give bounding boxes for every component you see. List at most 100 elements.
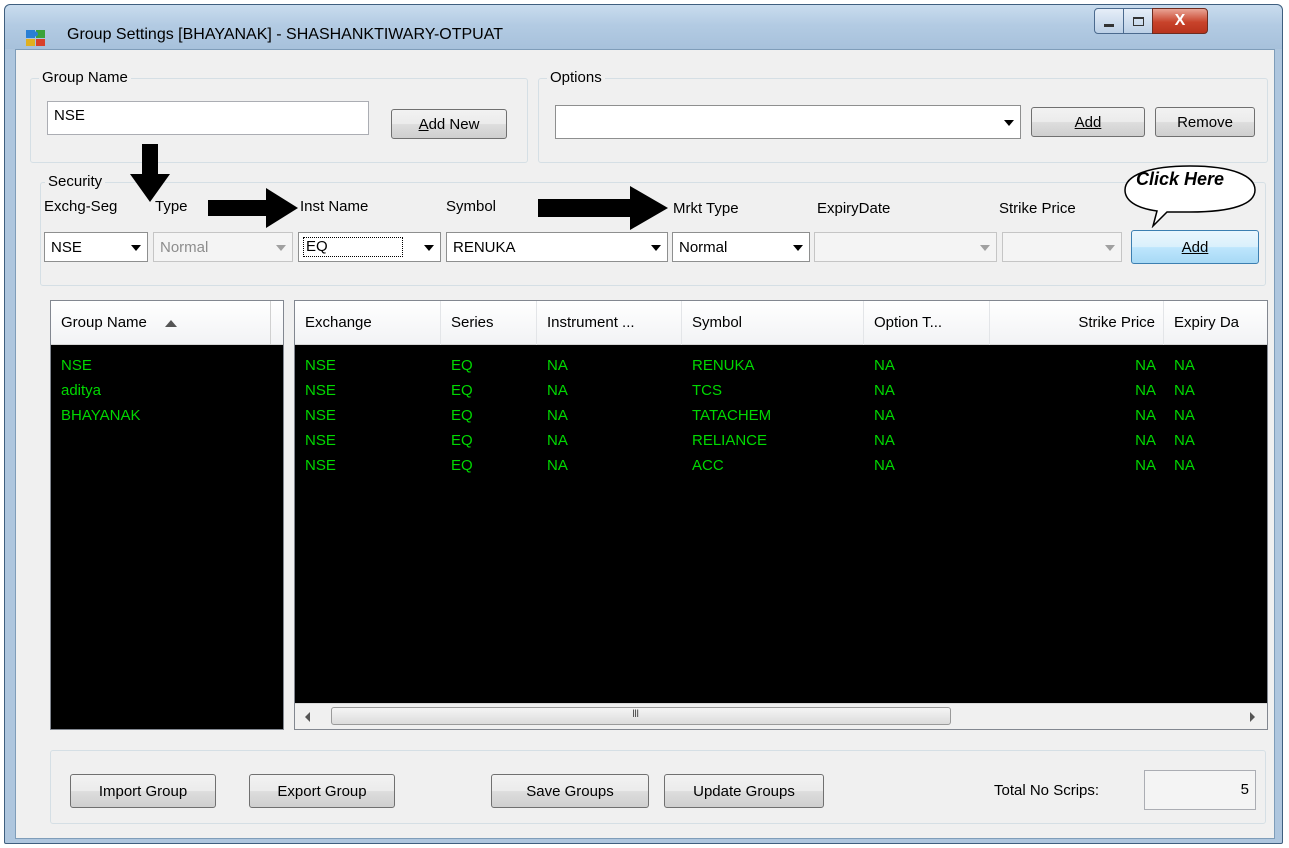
table-cell[interactable]: NA	[1174, 432, 1195, 449]
symbol-dropdown[interactable]: RENUKA	[446, 232, 668, 262]
table-cell[interactable]: NA	[990, 457, 1156, 474]
table-cell[interactable]: NSE	[305, 457, 336, 474]
export-group-button[interactable]: Export Group	[249, 774, 395, 808]
scrips-table-header: Exchange Series Instrument ... Symbol Op…	[295, 301, 1267, 345]
save-groups-button[interactable]: Save Groups	[491, 774, 649, 808]
expiry-date-dropdown[interactable]	[814, 232, 997, 262]
column-header-series[interactable]: Series	[441, 301, 537, 345]
security-add-button[interactable]: Add	[1131, 230, 1259, 264]
type-dropdown[interactable]: Normal	[153, 232, 293, 262]
table-cell[interactable]: NA	[874, 357, 895, 374]
group-name-header-text: Group Name	[61, 314, 147, 331]
column-header-expiry-date[interactable]: Expiry Da	[1164, 301, 1267, 345]
table-cell[interactable]: NA	[874, 457, 895, 474]
strike-price-dropdown[interactable]	[1002, 232, 1122, 262]
table-cell[interactable]: TATACHEM	[692, 407, 771, 424]
list-item[interactable]: NSE	[61, 357, 92, 374]
total-scrips-label: Total No Scrips:	[994, 782, 1100, 799]
column-header-exchange[interactable]: Exchange	[295, 301, 441, 345]
mrkt-type-label: Mrkt Type	[673, 200, 739, 217]
scrollbar-thumb[interactable]: III	[331, 707, 951, 725]
list-item[interactable]: aditya	[61, 382, 101, 399]
exchg-seg-value: NSE	[51, 239, 82, 256]
table-cell[interactable]: EQ	[451, 357, 473, 374]
table-cell[interactable]: RENUKA	[692, 357, 755, 374]
table-cell[interactable]: NA	[990, 432, 1156, 449]
table-cell[interactable]: RELIANCE	[692, 432, 767, 449]
inst-name-dropdown[interactable]: EQ	[298, 232, 441, 262]
symbol-label: Symbol	[446, 198, 497, 215]
table-cell[interactable]: NA	[547, 357, 568, 374]
column-header-instrument[interactable]: Instrument ...	[537, 301, 682, 345]
table-cell[interactable]: NSE	[305, 382, 336, 399]
options-remove-button[interactable]: Remove	[1155, 107, 1255, 137]
chevron-down-icon	[651, 245, 661, 251]
table-cell[interactable]: NSE	[305, 357, 336, 374]
update-groups-label: Update Groups	[693, 782, 795, 800]
maximize-button[interactable]	[1123, 8, 1153, 34]
minimize-icon	[1104, 23, 1114, 27]
horizontal-scrollbar[interactable]: III	[295, 703, 1267, 729]
inst-name-label: Inst Name	[300, 198, 369, 215]
list-item[interactable]: BHAYANAK	[61, 407, 140, 424]
close-button[interactable]: X	[1152, 8, 1208, 34]
table-cell[interactable]: NA	[547, 432, 568, 449]
exchg-seg-dropdown[interactable]: NSE	[44, 232, 148, 262]
group-settings-window: Group Settings [BHAYANAK] - SHASHANKTIWA…	[4, 4, 1283, 844]
inst-name-value: EQ	[303, 237, 403, 257]
mrkt-type-value: Normal	[679, 239, 728, 256]
scroll-right-icon[interactable]	[1250, 712, 1255, 722]
table-cell[interactable]: ACC	[692, 457, 724, 474]
table-cell[interactable]: NA	[990, 407, 1156, 424]
update-groups-button[interactable]: Update Groups	[664, 774, 824, 808]
table-cell[interactable]: NA	[1174, 457, 1195, 474]
right-arrow-annotation-icon	[538, 186, 668, 230]
minimize-button[interactable]	[1094, 8, 1124, 34]
table-cell[interactable]: NA	[547, 407, 568, 424]
security-legend: Security	[45, 173, 106, 190]
group-name-column-header[interactable]: Group Name	[51, 301, 271, 345]
chevron-down-icon	[1105, 245, 1115, 251]
scrips-table[interactable]: Exchange Series Instrument ... Symbol Op…	[294, 300, 1268, 730]
table-cell[interactable]: EQ	[451, 432, 473, 449]
column-header-strike-price[interactable]: Strike Price	[990, 301, 1164, 345]
table-cell[interactable]: TCS	[692, 382, 722, 399]
table-cell[interactable]: NA	[1174, 407, 1195, 424]
scroll-left-icon[interactable]	[305, 712, 310, 722]
column-header-option-type[interactable]: Option T...	[864, 301, 990, 345]
table-cell[interactable]: NA	[547, 457, 568, 474]
total-scrips-value: 5	[1144, 770, 1256, 810]
table-cell[interactable]: NA	[547, 382, 568, 399]
table-cell[interactable]: NA	[1174, 382, 1195, 399]
mrkt-type-dropdown[interactable]: Normal	[672, 232, 810, 262]
symbol-value: RENUKA	[453, 239, 516, 256]
table-cell[interactable]: NA	[874, 432, 895, 449]
column-header-symbol[interactable]: Symbol	[682, 301, 864, 345]
import-group-label: Import Group	[98, 782, 188, 800]
table-cell[interactable]: NA	[874, 382, 895, 399]
add-new-button[interactable]: Add New	[391, 109, 507, 139]
table-cell[interactable]: NA	[874, 407, 895, 424]
table-cell[interactable]: NA	[1174, 357, 1195, 374]
table-cell[interactable]: NA	[990, 382, 1156, 399]
table-cell[interactable]: EQ	[451, 457, 473, 474]
group-name-section: Group Name NSE Add New	[30, 69, 528, 163]
table-cell[interactable]: NA	[990, 357, 1156, 374]
type-value: Normal	[160, 239, 209, 256]
table-cell[interactable]: NSE	[305, 407, 336, 424]
options-dropdown[interactable]	[555, 105, 1021, 139]
close-icon: X	[1174, 12, 1186, 29]
right-arrow-annotation-icon	[208, 188, 298, 228]
options-add-button[interactable]: Add	[1031, 107, 1145, 137]
table-cell[interactable]: EQ	[451, 382, 473, 399]
table-cell[interactable]: EQ	[451, 407, 473, 424]
group-name-input[interactable]: NSE	[47, 101, 369, 135]
group-list[interactable]: Group Name NSE aditya BHAYANAK	[50, 300, 284, 730]
click-here-text: Click Here	[1136, 169, 1225, 189]
table-cell[interactable]: NSE	[305, 432, 336, 449]
options-legend: Options	[547, 69, 605, 86]
import-group-button[interactable]: Import Group	[70, 774, 216, 808]
title-bar[interactable]: Group Settings [BHAYANAK] - SHASHANKTIWA…	[5, 5, 1282, 49]
window-title: Group Settings [BHAYANAK] - SHASHANKTIWA…	[67, 26, 503, 43]
chevron-down-icon	[980, 245, 990, 251]
